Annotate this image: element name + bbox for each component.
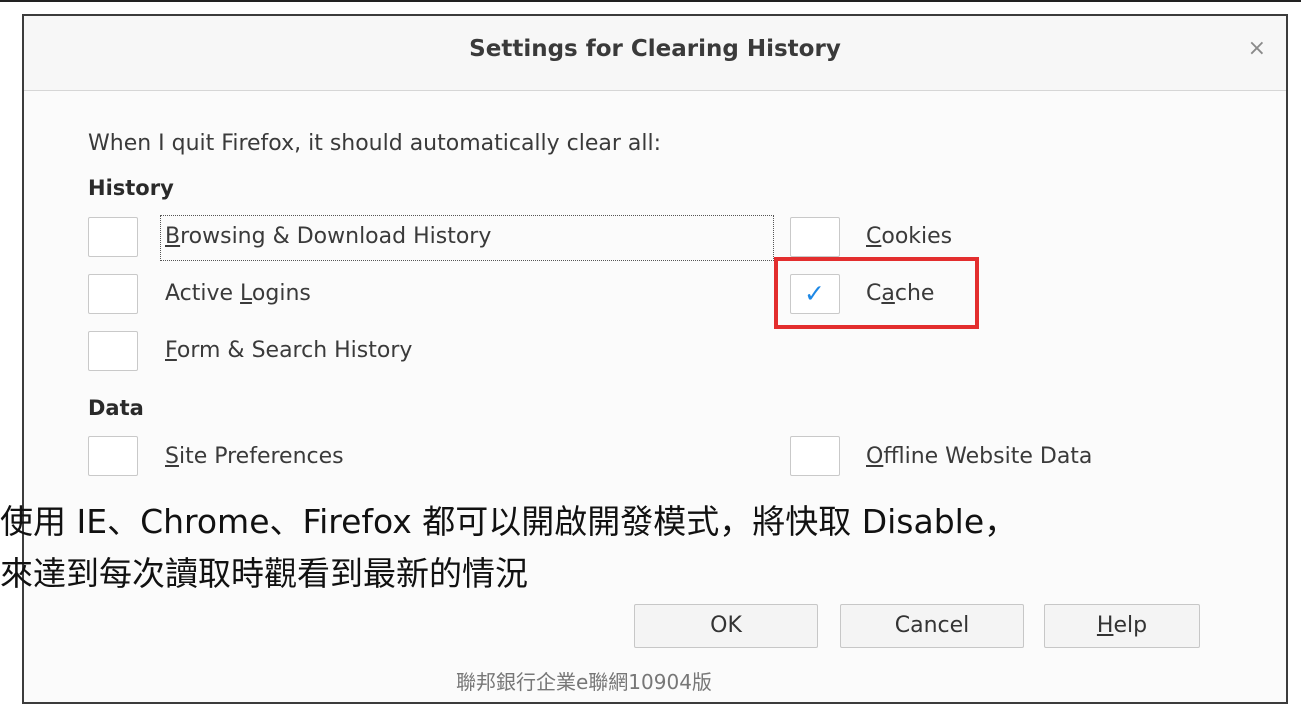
cookies-checkbox[interactable] (790, 217, 840, 257)
caption-line-1: 使用 IE、Chrome、Firefox 都可以開啟開發模式，將快取 Disab… (0, 502, 1018, 541)
caption-line-2: 來達到每次讀取時觀看到最新的情況 (0, 554, 528, 593)
dialog-titlebar: Settings for Clearing History × (24, 16, 1286, 91)
section-heading-history: History (88, 176, 174, 200)
cookies-label[interactable]: Cookies (866, 224, 952, 249)
offline-data-checkbox[interactable] (790, 436, 840, 476)
help-button[interactable]: Help (1044, 604, 1200, 648)
clear-history-settings-dialog: Settings for Clearing History × When I q… (22, 14, 1288, 704)
active-logins-label[interactable]: Active Logins (165, 281, 311, 306)
offline-data-label[interactable]: Offline Website Data (866, 444, 1092, 469)
checkmark-icon: ✓ (804, 279, 825, 308)
browsing-history-checkbox[interactable] (88, 217, 138, 257)
form-history-checkbox[interactable] (88, 331, 138, 371)
close-icon[interactable]: × (1248, 36, 1266, 61)
site-preferences-label[interactable]: Site Preferences (165, 444, 344, 469)
intro-text: When I quit Firefox, it should automatic… (88, 131, 662, 156)
form-history-label[interactable]: Form & Search History (165, 338, 412, 363)
section-heading-data: Data (88, 396, 144, 420)
ok-button[interactable]: OK (634, 604, 818, 648)
browsing-history-label[interactable]: Browsing & Download History (165, 224, 491, 249)
background-window-edge (0, 0, 1301, 10)
site-preferences-checkbox[interactable] (88, 436, 138, 476)
cache-label[interactable]: Cache (866, 281, 934, 306)
footer-watermark-text: 聯邦銀行企業e聯網10904版 (456, 670, 712, 694)
dialog-title: Settings for Clearing History (469, 36, 841, 62)
active-logins-checkbox[interactable] (88, 274, 138, 314)
cancel-button[interactable]: Cancel (840, 604, 1024, 648)
cache-checkbox[interactable]: ✓ (790, 274, 840, 314)
